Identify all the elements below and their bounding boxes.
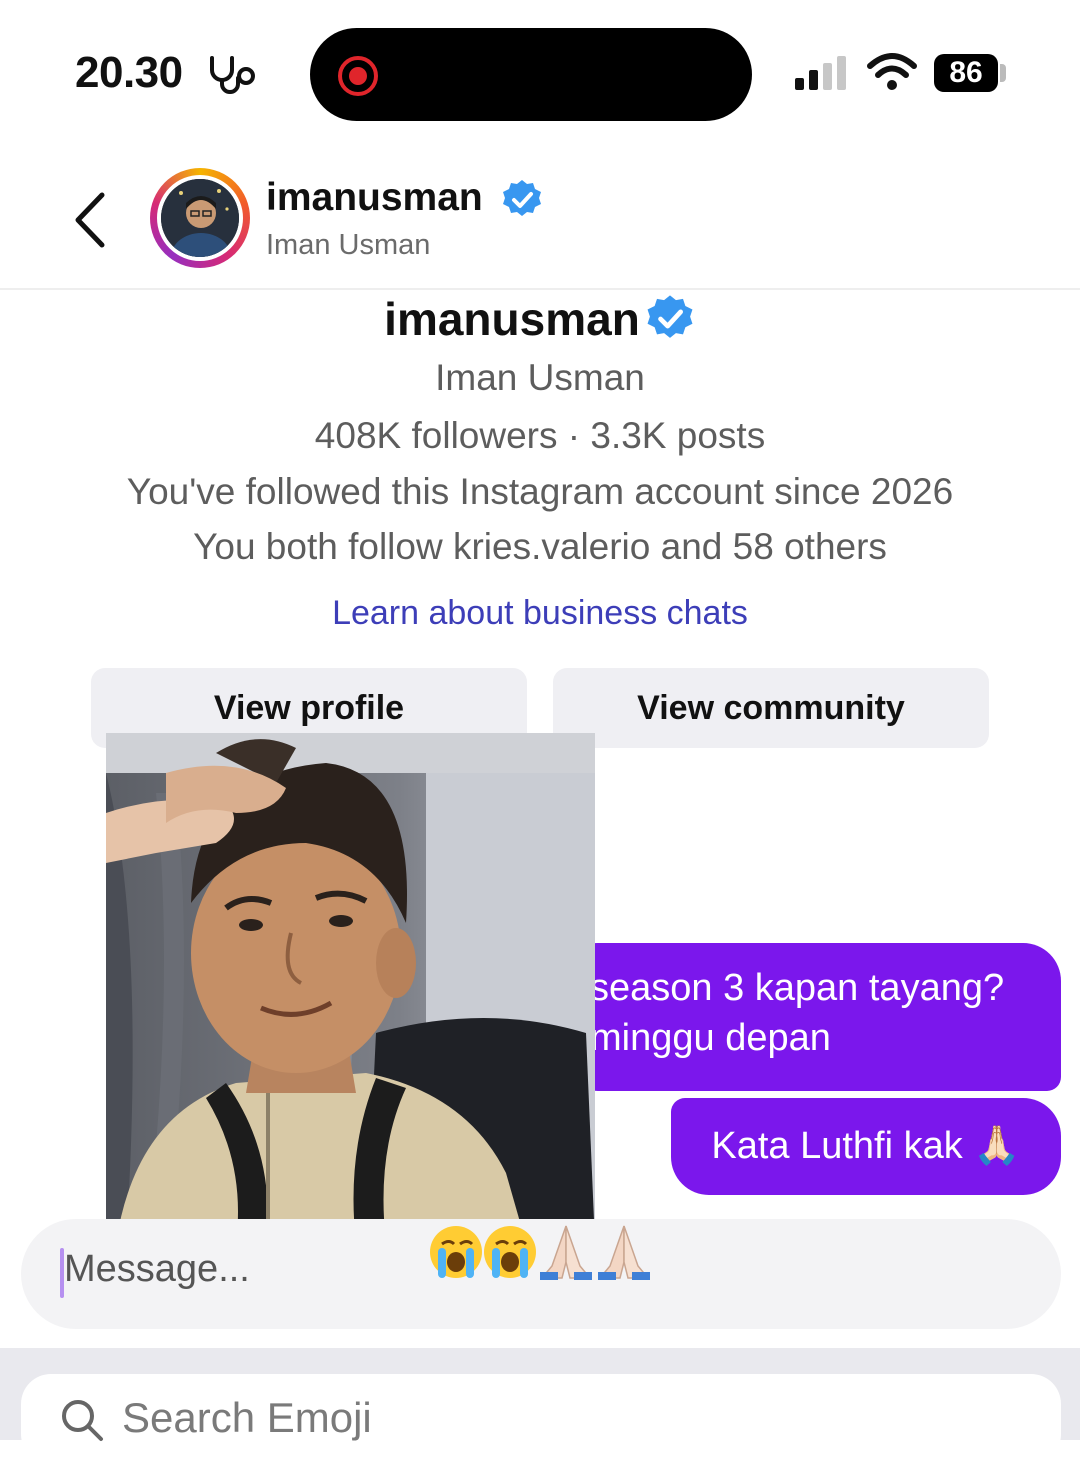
battery-nub	[1000, 64, 1006, 82]
message-text: season 3 kapan tayang?	[590, 967, 1005, 1009]
view-community-button[interactable]: View community	[553, 668, 989, 748]
chevron-left-icon[interactable]	[66, 185, 116, 255]
screen-recording-icon	[338, 56, 378, 96]
message-bubble[interactable]: season 3 kapan tayang? minggu depan	[560, 943, 1061, 1091]
message-input[interactable]: Message...	[64, 1248, 250, 1291]
wifi-icon	[867, 53, 917, 90]
avatar[interactable]	[157, 175, 243, 261]
folded-hands-icon	[540, 1225, 592, 1280]
profile-display-name: Iman Usman	[435, 357, 645, 398]
loudly-crying-face-icon	[430, 1226, 482, 1278]
profile-username-text: imanusman	[384, 292, 640, 345]
cellular-signal-icon	[795, 56, 846, 90]
loudly-crying-face-icon	[484, 1226, 536, 1278]
message-text: minggu depan	[590, 1017, 831, 1059]
header-username[interactable]: imanusman	[266, 176, 483, 220]
webcam-overlay-photo	[106, 733, 595, 1243]
verified-badge-icon	[647, 295, 693, 338]
learn-business-chats-link[interactable]: Learn about business chats	[0, 594, 1080, 633]
emoji-search-input[interactable]: Search Emoji	[122, 1394, 372, 1442]
status-time: 20.30	[75, 48, 183, 97]
search-icon	[62, 1400, 103, 1441]
header-display-name: Iman Usman	[266, 229, 431, 261]
profile-username: imanusman	[0, 288, 1080, 346]
overlay-emojis	[430, 1225, 650, 1280]
followed-since-text: You've followed this Instagram account s…	[126, 471, 954, 512]
message-bubble[interactable]: Kata Luthfi kak 🙏🏻	[671, 1098, 1061, 1195]
mutual-followers-text: You both follow kries.valerio and 58 oth…	[193, 526, 887, 567]
battery-indicator: 86	[934, 54, 998, 92]
verified-badge-icon	[503, 180, 541, 216]
profile-stats: 408K followers · 3.3K posts	[314, 415, 766, 456]
folded-hands-icon	[598, 1225, 650, 1280]
stethoscope-icon	[210, 56, 255, 94]
